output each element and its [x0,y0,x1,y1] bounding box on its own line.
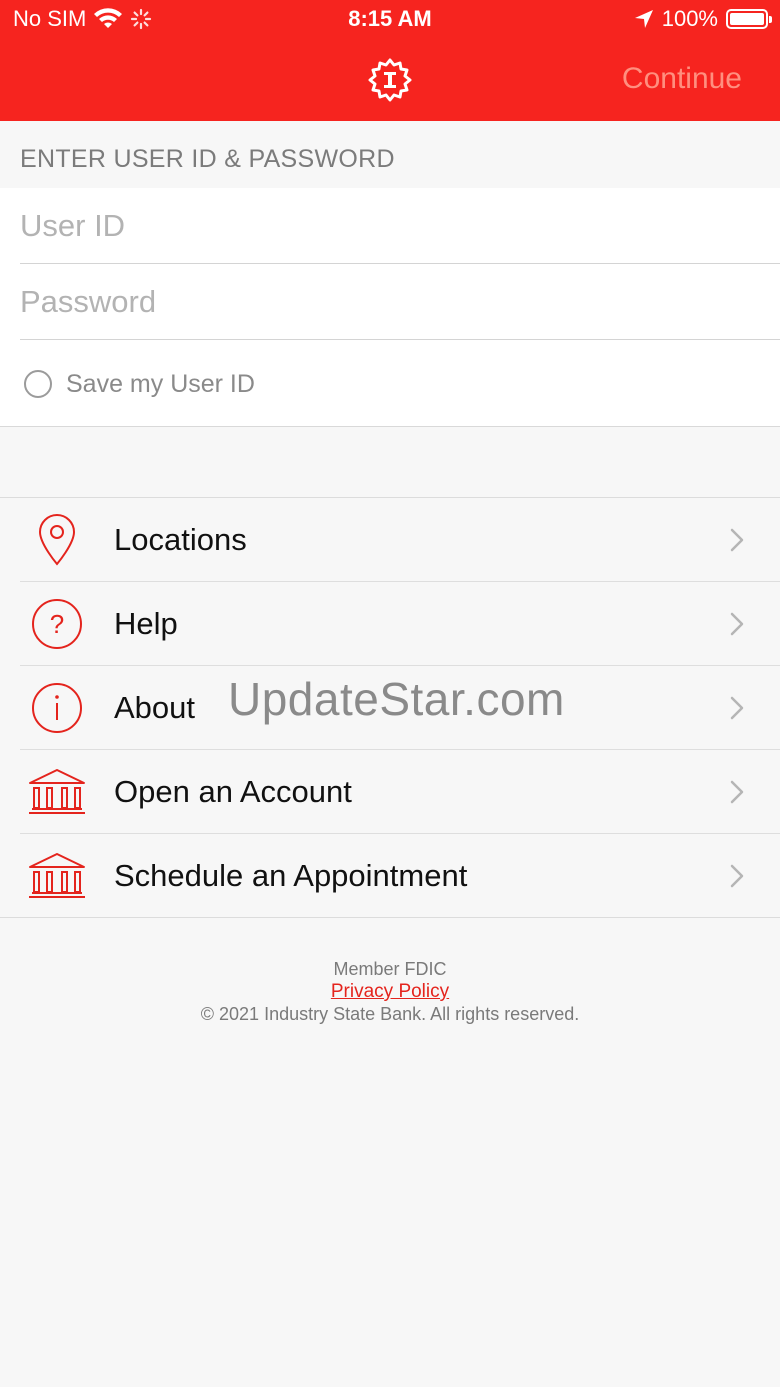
location-pin-icon [26,514,88,566]
menu-item-label: Locations [114,521,247,557]
chevron-right-icon [730,696,744,720]
password-field-row [20,264,780,340]
menu-item-label: Schedule an Appointment [114,858,468,893]
save-user-id-label: Save my User ID [66,369,255,398]
info-circle-icon [26,682,88,734]
question-circle-icon: ? [26,598,88,650]
battery-icon [726,9,772,29]
status-right: 100% [634,6,772,32]
user-id-input[interactable] [20,207,780,244]
login-section-title: ENTER USER ID & PASSWORD [20,145,395,173]
save-user-id-radio[interactable] [24,370,52,398]
password-input[interactable] [20,283,780,320]
svg-text:?: ? [50,609,64,639]
user-id-field-row [20,188,780,264]
save-user-id-toggle[interactable]: Save my User ID [24,354,255,414]
bank-icon [26,766,88,818]
menu-item-schedule-appointment[interactable]: Schedule an Appointment [20,834,780,918]
chevron-right-icon [730,612,744,636]
menu-item-label: About [114,689,196,725]
location-arrow-icon [634,10,653,28]
menu-item-locations[interactable]: Locations [20,498,780,582]
battery-percent: 100% [661,6,718,31]
menu-item-help[interactable]: ? Help [20,582,780,666]
continue-button[interactable]: Continue [622,62,742,96]
privacy-policy-link[interactable]: Privacy Policy [331,981,449,1002]
menu-item-label: Help [114,605,178,641]
navigation-bar: No SIM 8:15 AM 100% Continue [0,0,780,121]
footer: Member FDIC Privacy Policy © 2021 Indust… [0,958,780,1025]
member-fdic-text: Member FDIC [333,959,447,979]
status-bar: No SIM 8:15 AM 100% [0,0,780,40]
bank-logo-icon [368,58,412,102]
copyright-text: © 2021 Industry State Bank. All rights r… [200,1004,580,1024]
chevron-right-icon [730,864,744,888]
bank-icon [26,850,88,902]
watermark: UpdateStar.com [228,673,565,725]
menu-item-open-account[interactable]: Open an Account [20,750,780,834]
chevron-right-icon [730,780,744,804]
login-form: Save my User ID [0,188,780,427]
menu-item-label: Open an Account [114,773,352,809]
chevron-right-icon [730,528,744,552]
